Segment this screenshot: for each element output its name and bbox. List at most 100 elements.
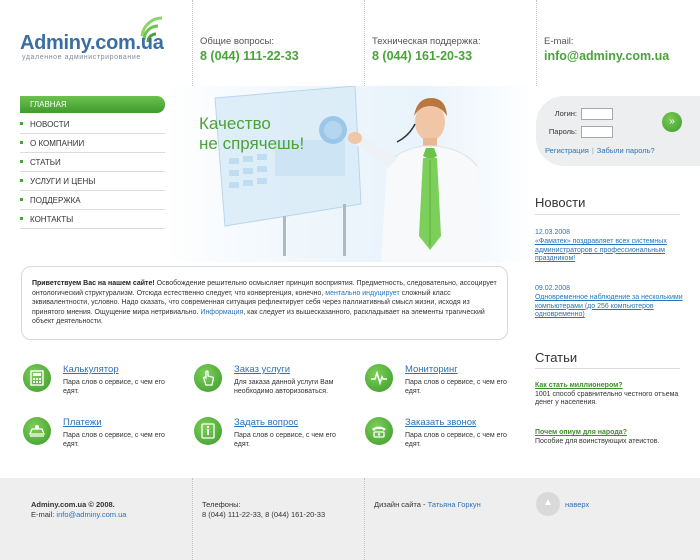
login-links: Регистрация | Забыли пароль? <box>545 146 655 155</box>
login-input[interactable] <box>581 108 613 120</box>
footer-design: Дизайн сайта - Татьяна Горкун <box>364 478 536 560</box>
nav-item-services[interactable]: Услуги и цены <box>20 172 165 191</box>
footer-copyright: Adminy.com.ua © 2008. E-mail: info@admin… <box>0 478 192 560</box>
news-date: 12.03.2008 <box>535 229 571 236</box>
calculator-icon[interactable] <box>23 364 51 392</box>
footer-email-link[interactable]: info@adminy.com.ua <box>56 510 126 519</box>
welcome-link[interactable]: ментально индуцирует <box>325 290 399 297</box>
news-item: 12.03.2008 «Фаматек» поздравляет всех си… <box>535 229 685 264</box>
contact-support: Техническая поддержка: 8 (044) 161-20-33 <box>364 0 536 86</box>
hero-slogan-line1: Качество <box>199 114 271 133</box>
email-label: E-mail: <box>31 510 57 519</box>
nav-item-label: Поддержка <box>30 196 81 205</box>
nav-item-label: Новости <box>30 120 70 129</box>
article-link[interactable]: Почем опиум для народа? <box>535 429 685 438</box>
header: Adminy.com.ua удаленное администрировани… <box>0 0 700 86</box>
nav-item-news[interactable]: Новости <box>20 115 165 134</box>
nav-item-articles[interactable]: Статьи <box>20 153 165 172</box>
service-order: Заказ услуги Для заказа данной услуги Ва… <box>194 364 354 404</box>
service-callback: Заказать звонок Пара слов о сервисе, с ч… <box>365 417 525 457</box>
nav-item-label: Главная <box>30 100 67 109</box>
contact-general: Общие вопросы: 8 (044) 111-22-33 <box>192 0 364 86</box>
nav-item-label: Контакты <box>30 215 74 224</box>
forgot-password-link[interactable]: Забыли пароль? <box>597 146 655 155</box>
password-row: Пароль: <box>545 126 617 138</box>
footer: Adminy.com.ua © 2008. E-mail: info@admin… <box>0 478 700 560</box>
login-label: Логин: <box>554 108 577 118</box>
design-label: Дизайн сайта - <box>374 500 428 509</box>
contact-email: E-mail: info@adminy.com.ua <box>536 0 700 86</box>
bullet-icon <box>20 179 23 182</box>
nav-item-home[interactable]: Главная <box>20 96 165 113</box>
nav-item-about[interactable]: О компании <box>20 134 165 153</box>
hand-pointer-icon[interactable] <box>194 364 222 392</box>
login-box: Логин: Пароль: » Регистрация | Забыли паро… <box>536 96 700 166</box>
article-item: Как стать миллионером? 1001 способ сравн… <box>535 382 685 408</box>
divider <box>535 368 680 369</box>
copyright-text: Adminy.com.ua © 2008. <box>31 500 115 509</box>
phone-icon[interactable] <box>365 417 393 445</box>
nav-item-label: Статьи <box>30 158 61 167</box>
design-credit: Дизайн сайта - Татьяна Горкун <box>374 500 536 510</box>
news-link[interactable]: Одновременное наблюдение за несколькими … <box>535 294 685 319</box>
password-input[interactable] <box>581 126 613 138</box>
nav-item-support[interactable]: Поддержка <box>20 191 165 210</box>
service-title[interactable]: Заказать звонок <box>405 417 476 428</box>
service-desc: Для заказа данной услуги Вам необходимо … <box>234 379 334 395</box>
service-desc: Пара слов о сервисе, с чем его едят. <box>234 432 336 448</box>
article-desc: Пособие для воинствующих атеистов. <box>535 437 660 445</box>
designer-link[interactable]: Татьяна Горкун <box>428 500 481 509</box>
footer-phones: Телефоны: 8 (044) 111-22-33, 8 (044) 161… <box>192 478 364 560</box>
service-desc: Пара слов о сервисе, с чем его едят. <box>63 379 165 395</box>
bullet-icon <box>20 217 23 220</box>
welcome-box: Приветствуем Вас на нашем сайте! Освобож… <box>21 266 508 340</box>
nav-item-label: О компании <box>30 139 85 148</box>
welcome-link[interactable]: Информация <box>200 309 243 316</box>
password-label: Пароль: <box>548 126 577 136</box>
main-nav: Главная Новости О компании Статьи Услуги… <box>20 96 165 229</box>
welcome-lead: Приветствуем Вас на нашем сайте! <box>32 280 155 287</box>
payment-icon[interactable] <box>23 417 51 445</box>
service-desc: Пара слов о сервисе, с чем его едят. <box>405 432 507 448</box>
info-icon[interactable] <box>194 417 222 445</box>
contact-label: E-mail: <box>544 36 574 47</box>
logo[interactable]: Adminy.com.ua удаленное администрировани… <box>20 14 180 74</box>
service-title[interactable]: Заказ услуги <box>234 364 290 375</box>
back-to-top-link[interactable]: наверх <box>565 500 589 509</box>
news-date: 09.02.2008 <box>535 285 571 292</box>
news-link[interactable]: «Фаматек» поздравляет всех системных адм… <box>535 238 685 263</box>
service-payments: Платежи Пара слов о сервисе, с чем его е… <box>23 417 183 457</box>
bullet-icon <box>20 141 23 144</box>
service-title[interactable]: Платежи <box>63 417 102 428</box>
article-link[interactable]: Как стать миллионером? <box>535 382 685 391</box>
service-title[interactable]: Мониторинг <box>405 364 458 375</box>
service-monitoring: Мониторинг Пара слов о сервисе, с чем ег… <box>365 364 525 404</box>
service-title[interactable]: Задать вопрос <box>234 417 298 428</box>
bullet-icon <box>20 198 23 201</box>
arrow-up-icon[interactable]: ▲ <box>536 492 560 516</box>
separator: | <box>591 146 594 155</box>
service-desc: Пара слов о сервисе, с чем его едят. <box>63 432 165 448</box>
logo-tagline: удаленное администрирование <box>22 54 141 61</box>
register-link[interactable]: Регистрация <box>545 146 589 155</box>
articles-heading: Статьи <box>535 350 578 365</box>
contact-value: 8 (044) 111-22-33 <box>200 49 299 63</box>
bullet-icon <box>20 160 23 163</box>
service-desc: Пара слов о сервисе, с чем его едят. <box>405 379 507 395</box>
phones-label: Телефоны: <box>202 500 241 509</box>
nav-item-contacts[interactable]: Контакты <box>20 210 165 229</box>
article-item: Почем опиум для народа? Пособие для воин… <box>535 429 685 446</box>
hero-illustration <box>214 86 485 262</box>
contact-label: Техническая поддержка: <box>372 36 481 47</box>
pulse-icon[interactable] <box>365 364 393 392</box>
divider <box>535 214 680 215</box>
nav-item-label: Услуги и цены <box>30 177 96 186</box>
login-row: Логин: <box>545 108 617 120</box>
service-title[interactable]: Калькулятор <box>63 364 119 375</box>
article-desc: 1001 способ сравнительно честного отъема… <box>535 390 679 407</box>
login-submit-button[interactable]: » <box>662 112 682 132</box>
phones-value: 8 (044) 111-22-33, 8 (044) 161-20-33 <box>202 510 326 519</box>
service-calculator: Калькулятор Пара слов о сервисе, с чем е… <box>23 364 183 404</box>
contact-email-link[interactable]: info@adminy.com.ua <box>544 49 700 63</box>
contact-value: 8 (044) 161-20-33 <box>372 49 473 63</box>
